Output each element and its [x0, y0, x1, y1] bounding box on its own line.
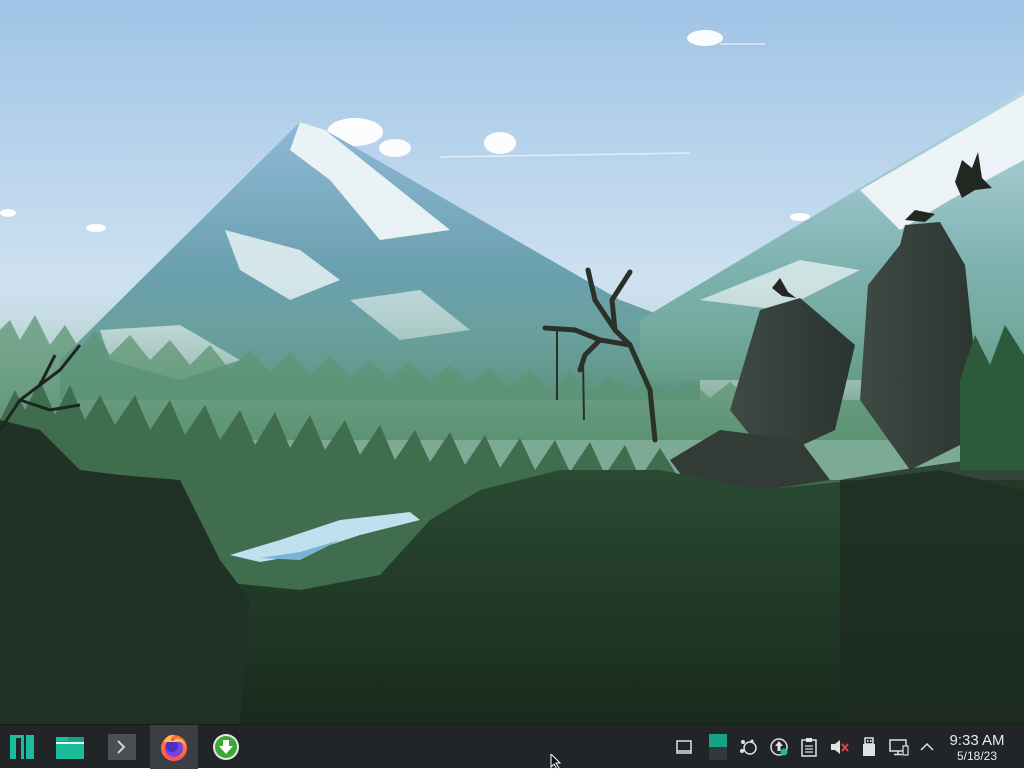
updates-icon — [770, 738, 788, 756]
taskbar: 9:33 AM 5/18/23 — [0, 724, 1024, 769]
application-launcher-button[interactable] — [2, 725, 42, 769]
clipboard-icon — [801, 738, 817, 757]
virtual-desktop-pager-icon — [709, 734, 727, 760]
usb-device-tray[interactable] — [858, 736, 880, 758]
show-desktop-icon — [676, 740, 692, 754]
clock-time: 9:33 AM — [949, 732, 1005, 749]
manjaro-logo-icon — [10, 735, 34, 759]
virtual-desktop-pager[interactable] — [707, 734, 729, 760]
kde-connect-tray[interactable] — [737, 736, 759, 758]
task-terminal[interactable] — [100, 725, 144, 769]
download-icon — [213, 734, 239, 760]
show-desktop-button[interactable] — [673, 736, 695, 758]
kde-connect-icon — [740, 739, 757, 755]
volume-tray[interactable] — [828, 736, 850, 758]
clipboard-tray[interactable] — [798, 736, 820, 758]
terminal-icon — [108, 734, 136, 760]
network-tray[interactable] — [888, 736, 910, 758]
digital-clock[interactable]: 9:33 AM 5/18/23 — [942, 732, 1012, 763]
updates-tray[interactable] — [768, 736, 790, 758]
folder-icon — [56, 737, 84, 759]
expand-system-tray-button[interactable] — [916, 736, 938, 758]
wallpaper-image — [0, 0, 1024, 724]
network-icon — [889, 739, 909, 756]
firefox-icon — [161, 734, 187, 761]
task-software-updater[interactable] — [204, 725, 248, 769]
task-firefox[interactable] — [150, 725, 198, 769]
volume-muted-icon — [831, 740, 849, 754]
clock-date: 5/18/23 — [956, 749, 998, 763]
desktop[interactable] — [0, 0, 1024, 724]
expand-tray-icon — [920, 742, 934, 751]
usb-device-icon — [863, 737, 875, 756]
task-file-manager[interactable] — [48, 725, 92, 769]
